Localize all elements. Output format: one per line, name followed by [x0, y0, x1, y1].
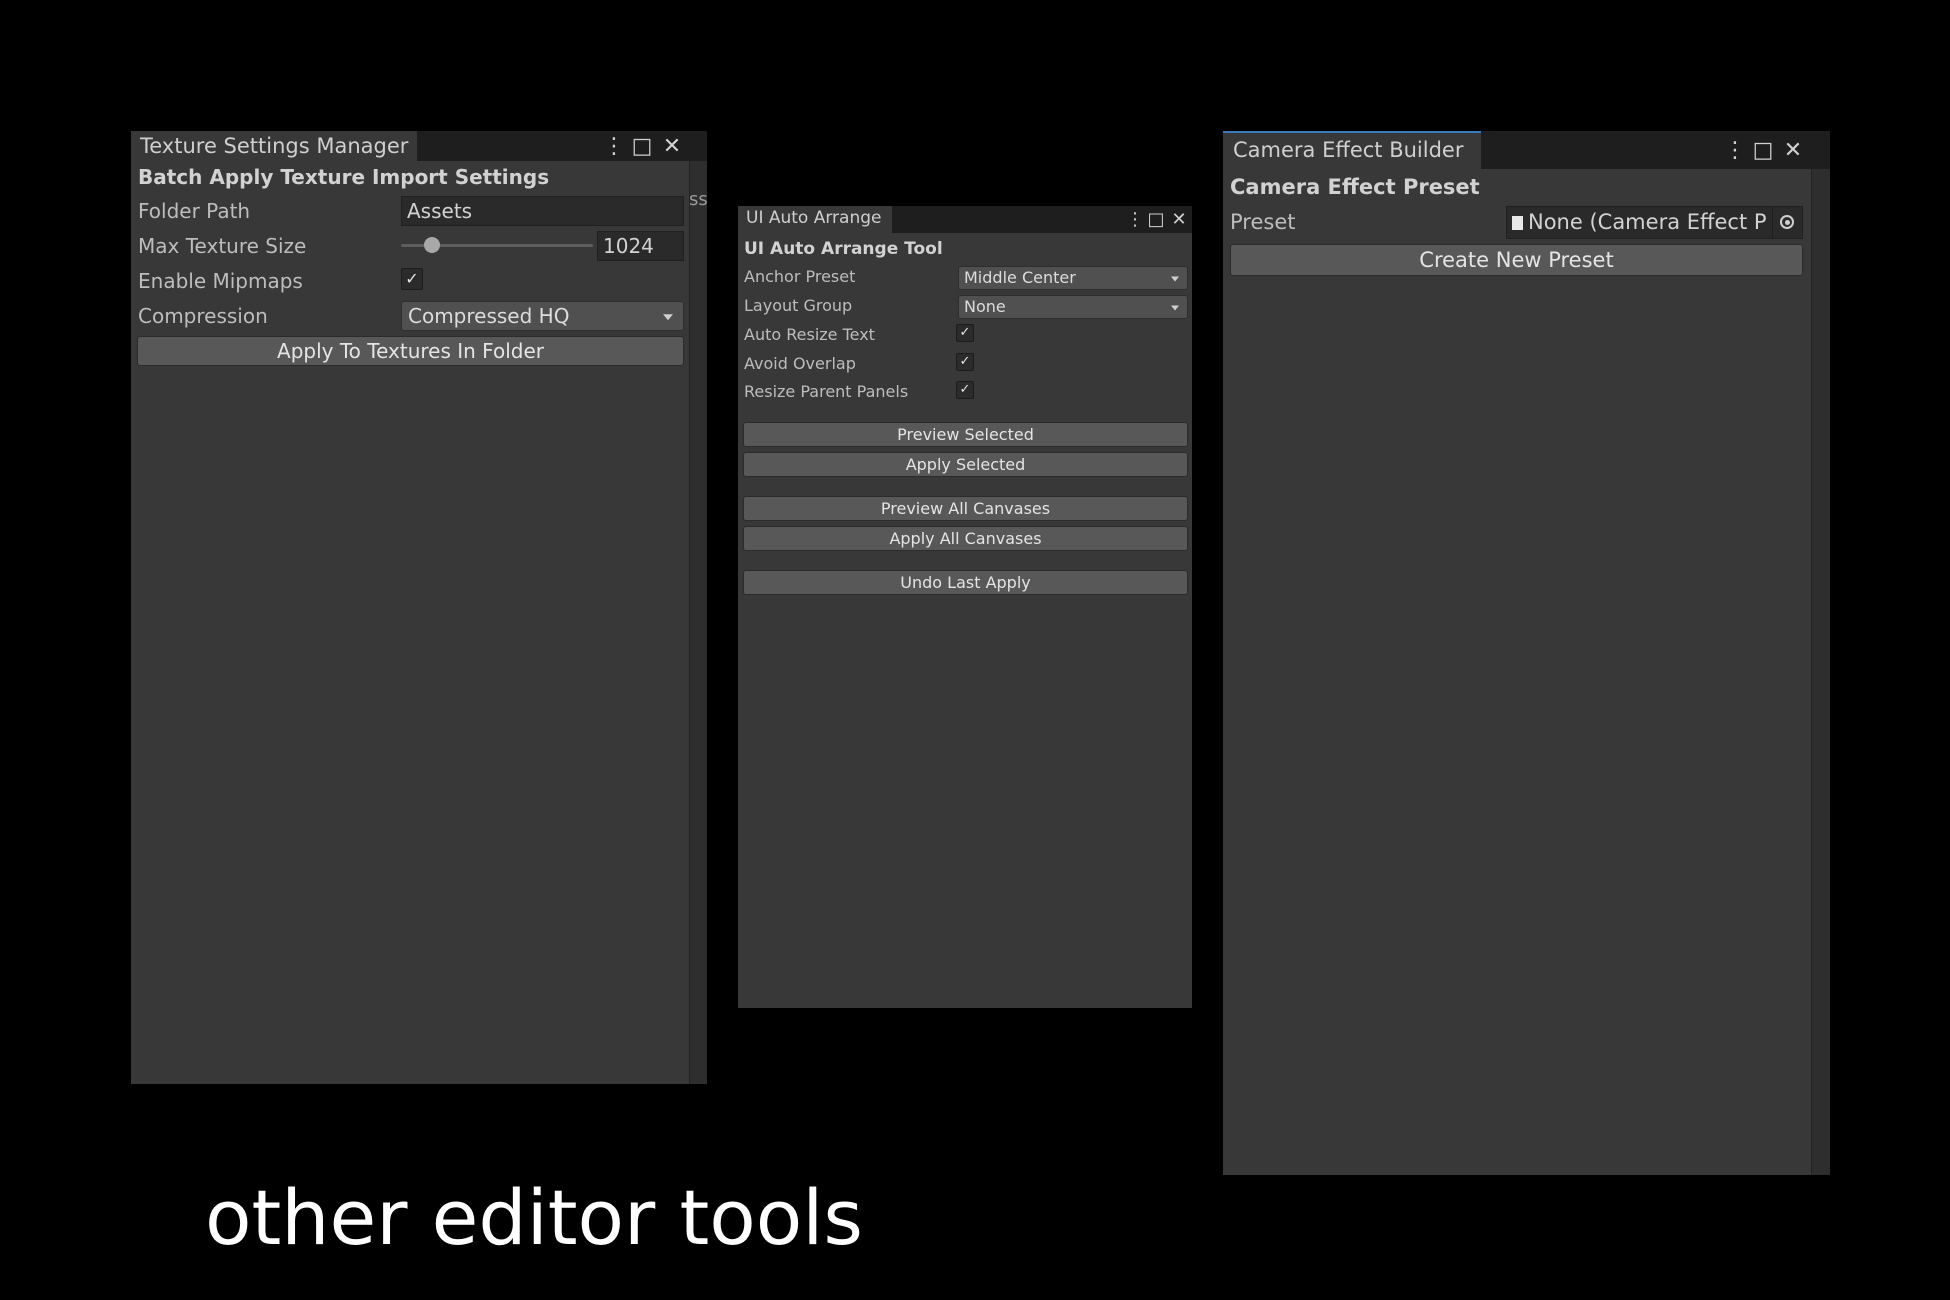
max-texture-size-field[interactable]: 1024 [597, 231, 684, 261]
apply-selected-button[interactable]: Apply Selected [743, 452, 1188, 477]
ui-arrange-tabbar: UI Auto Arrange ⋮ □ ✕ [738, 206, 1192, 233]
layout-group-dropdown[interactable]: None [958, 295, 1188, 319]
texture-settings-window: Texture Settings Manager ⋮ □ ✕ ss Batch … [131, 131, 707, 1084]
camera-heading: Camera Effect Preset [1230, 175, 1480, 199]
maximize-icon[interactable]: □ [631, 134, 653, 159]
compression-dropdown[interactable]: Compressed HQ [401, 301, 684, 331]
close-icon[interactable]: ✕ [1170, 209, 1188, 230]
auto-resize-text-checkbox[interactable]: ✓ [956, 324, 974, 342]
compression-label: Compression [138, 304, 268, 328]
preset-label: Preset [1230, 210, 1296, 234]
object-picker-icon[interactable] [1772, 207, 1802, 238]
ui-arrange-window-controls: ⋮ □ ✕ [1126, 206, 1188, 233]
preset-object-field[interactable]: None (Camera Effect P [1506, 206, 1803, 239]
preset-value: None (Camera Effect P [1528, 210, 1767, 234]
auto-resize-text-label: Auto Resize Text [744, 325, 875, 344]
texture-heading: Batch Apply Texture Import Settings [138, 165, 550, 189]
anchor-preset-label: Anchor Preset [744, 267, 856, 286]
ui-arrange-heading: UI Auto Arrange Tool [744, 239, 943, 259]
max-texture-size-label: Max Texture Size [138, 234, 307, 258]
maximize-icon[interactable]: □ [1752, 138, 1774, 163]
apply-all-canvases-button[interactable]: Apply All Canvases [743, 526, 1188, 551]
enable-mipmaps-checkbox[interactable]: ✓ [401, 268, 423, 290]
texture-scrollbar[interactable] [689, 161, 707, 1084]
avoid-overlap-checkbox[interactable]: ✓ [956, 353, 974, 371]
layout-group-value: None [964, 297, 1006, 316]
undo-last-apply-button[interactable]: Undo Last Apply [743, 570, 1188, 595]
anchor-preset-value: Middle Center [964, 268, 1076, 287]
preview-all-canvases-button[interactable]: Preview All Canvases [743, 496, 1188, 521]
tab-ui-auto-arrange[interactable]: UI Auto Arrange [738, 206, 892, 233]
ui-auto-arrange-window: UI Auto Arrange ⋮ □ ✕ UI Auto Arrange To… [738, 206, 1192, 1008]
anchor-preset-dropdown[interactable]: Middle Center [958, 266, 1188, 290]
folder-path-field[interactable]: Assets [401, 196, 684, 226]
caption-text: other editor tools [205, 1173, 863, 1262]
tab-texture-settings-manager[interactable]: Texture Settings Manager [131, 131, 417, 161]
camera-tabbar: Camera Effect Builder ⋮ □ ✕ [1223, 131, 1830, 169]
camera-scrollbar[interactable] [1811, 169, 1830, 1175]
tab-camera-effect-builder[interactable]: Camera Effect Builder [1223, 131, 1481, 169]
compression-value: Compressed HQ [408, 304, 570, 328]
behind-tab-fragment: ss [689, 189, 707, 210]
close-icon[interactable]: ✕ [1782, 138, 1804, 163]
avoid-overlap-label: Avoid Overlap [744, 354, 856, 373]
preview-selected-button[interactable]: Preview Selected [743, 422, 1188, 447]
resize-parent-panels-label: Resize Parent Panels [744, 382, 909, 401]
layout-group-label: Layout Group [744, 296, 853, 315]
apply-to-textures-button[interactable]: Apply To Textures In Folder [137, 336, 684, 366]
camera-effect-window: Camera Effect Builder ⋮ □ ✕ Camera Effec… [1223, 131, 1830, 1175]
menu-icon[interactable]: ⋮ [603, 134, 625, 159]
folder-path-label: Folder Path [138, 199, 251, 223]
create-new-preset-button[interactable]: Create New Preset [1230, 244, 1803, 276]
texture-window-controls: ⋮ □ ✕ [603, 131, 683, 161]
chevron-down-icon [1171, 276, 1179, 282]
menu-icon[interactable]: ⋮ [1126, 209, 1144, 230]
maximize-icon[interactable]: □ [1147, 209, 1165, 230]
chevron-down-icon [663, 314, 673, 321]
resize-parent-panels-checkbox[interactable]: ✓ [956, 381, 974, 399]
chevron-down-icon [1171, 305, 1179, 311]
camera-window-controls: ⋮ □ ✕ [1724, 131, 1804, 169]
max-texture-size-slider-thumb[interactable] [423, 237, 440, 253]
file-icon [1512, 216, 1523, 230]
texture-tabbar: Texture Settings Manager ⋮ □ ✕ [131, 131, 707, 161]
menu-icon[interactable]: ⋮ [1724, 138, 1746, 163]
enable-mipmaps-label: Enable Mipmaps [138, 269, 303, 293]
close-icon[interactable]: ✕ [661, 134, 683, 159]
